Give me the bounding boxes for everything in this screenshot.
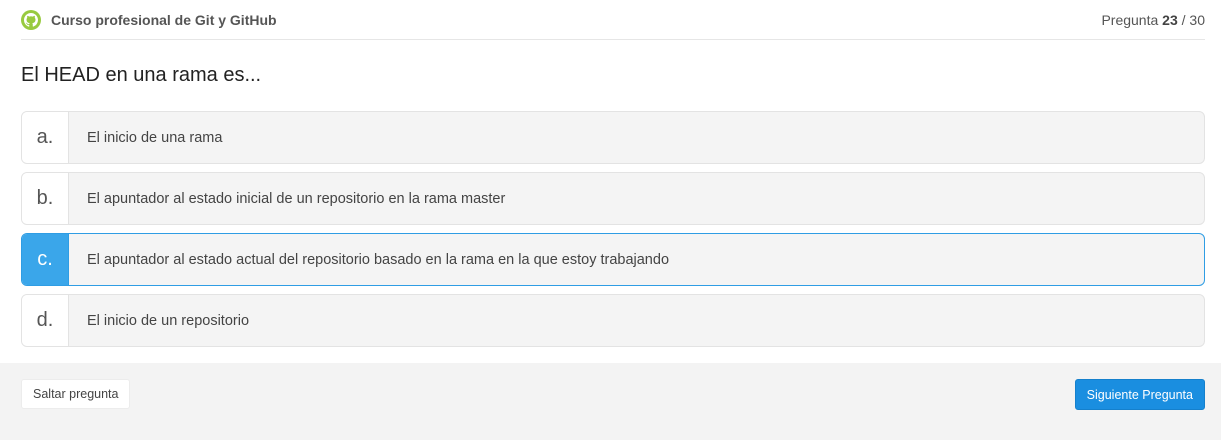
next-question-button[interactable]: Siguiente Pregunta [1074,379,1205,410]
option-letter: a. [22,112,69,163]
question-text: El HEAD en una rama es... [21,64,262,86]
option-text: El apuntador al estado actual del reposi… [87,251,670,268]
option-text: El inicio de una rama [87,129,223,146]
option-letter: d. [22,295,69,346]
quiz-footer: Saltar pregunta Siguiente Pregunta [0,363,1221,440]
option-c[interactable]: c. El apuntador al estado actual del rep… [21,233,1205,286]
course-title[interactable]: Curso profesional de Git y GitHub [51,12,277,28]
option-text: El inicio de un repositorio [87,312,250,329]
answer-options: a. El inicio de una rama b. El apuntador… [21,111,1205,355]
github-octocat-icon [21,9,41,30]
course-brand: Curso profesional de Git y GitHub [21,9,277,30]
quiz-header: Curso profesional de Git y GitHub Pregun… [21,0,1205,40]
total-questions: 30 [1189,11,1205,28]
option-letter: b. [22,173,69,224]
option-b[interactable]: b. El apuntador al estado inicial de un … [21,172,1205,225]
option-d[interactable]: d. El inicio de un repositorio [21,294,1205,347]
option-letter: c. [22,234,69,285]
counter-prefix: Pregunta [1101,11,1159,28]
skip-question-button[interactable]: Saltar pregunta [21,379,131,409]
option-a[interactable]: a. El inicio de una rama [21,111,1205,164]
question-counter: Pregunta 23 / 30 [1101,12,1205,28]
option-text: El apuntador al estado inicial de un rep… [87,190,506,207]
current-question-number: 23 [1162,11,1178,28]
counter-separator: / [1181,11,1186,28]
